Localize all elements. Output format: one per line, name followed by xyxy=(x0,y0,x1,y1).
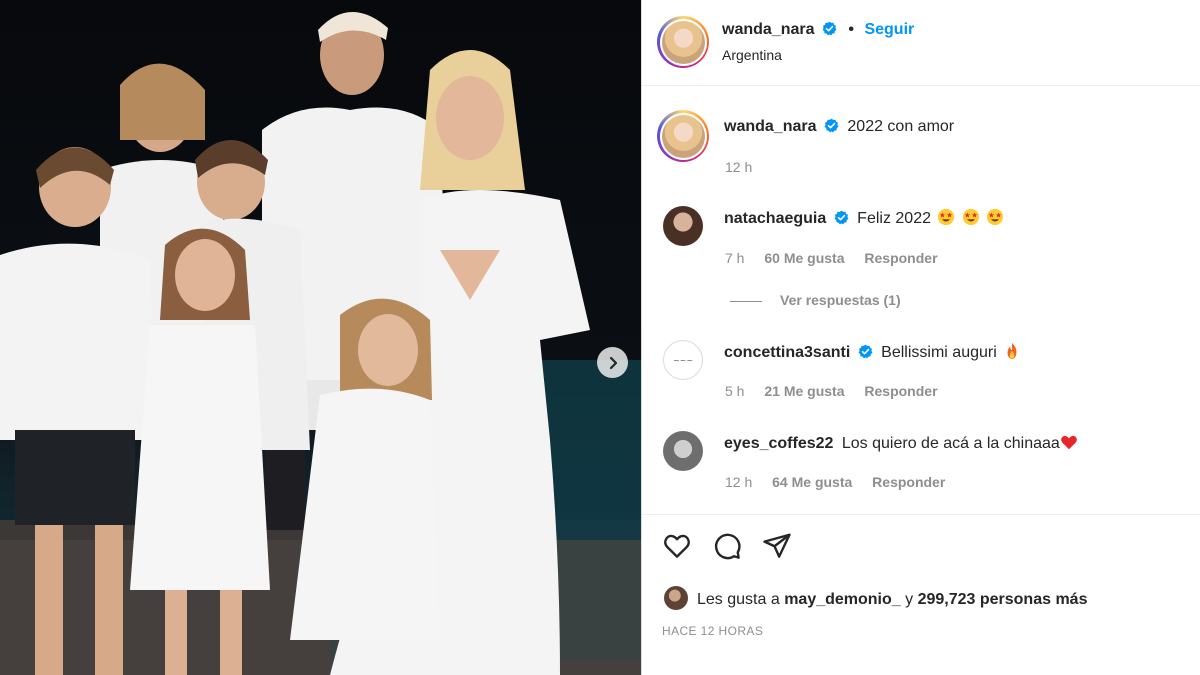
caption-username[interactable]: wanda_nara xyxy=(724,118,816,135)
chevron-right-icon xyxy=(609,356,617,369)
comment-time[interactable]: 5 h xyxy=(725,383,744,399)
author-avatar[interactable] xyxy=(657,16,709,68)
verified-badge-icon xyxy=(858,344,873,359)
post-timestamp[interactable]: HACE 12 HORAS xyxy=(662,624,763,638)
separator-dot: • xyxy=(848,21,854,38)
reply-button[interactable]: Responder xyxy=(864,383,937,399)
comment-time[interactable]: 12 h xyxy=(725,474,752,490)
next-photo-button[interactable] xyxy=(597,347,628,378)
commenter-username[interactable]: eyes_coffes22 xyxy=(724,435,833,452)
caption-time[interactable]: 12 h xyxy=(725,159,752,175)
comment-time[interactable]: 7 h xyxy=(725,250,744,266)
likes-count[interactable]: 299,723 personas más xyxy=(918,591,1088,608)
comment-text: Feliz 2022 xyxy=(857,210,931,227)
comment-likes[interactable]: 64 Me gusta xyxy=(772,474,852,490)
commenter-avatar[interactable]: ~~~ xyxy=(663,340,703,380)
share-icon xyxy=(763,533,791,558)
star-struck-emoji-icon xyxy=(962,208,980,226)
comment-likes[interactable]: 60 Me gusta xyxy=(764,250,844,266)
commenter-username[interactable]: natachaeguia xyxy=(724,210,826,227)
comment-likes[interactable]: 21 Me gusta xyxy=(764,383,844,399)
verified-badge-icon xyxy=(824,118,839,133)
verified-badge-icon xyxy=(834,210,849,225)
replies-line xyxy=(730,300,762,302)
commenter-username[interactable]: concettina3santi xyxy=(724,344,850,361)
post-photo[interactable] xyxy=(0,0,641,675)
star-struck-emoji-icon xyxy=(938,208,955,226)
liker-avatar[interactable] xyxy=(664,586,688,610)
heart-icon xyxy=(664,534,690,558)
comment-text: Los quiero de acá a la chinaaa xyxy=(841,435,1060,452)
verified-badge-icon xyxy=(822,21,837,36)
author-username[interactable]: wanda_nara xyxy=(722,21,814,38)
commenter-avatar[interactable] xyxy=(663,431,703,471)
post-location[interactable]: Argentina xyxy=(722,47,782,63)
reply-button[interactable]: Responder xyxy=(872,474,945,490)
comment-icon xyxy=(714,533,741,560)
post-header: wanda_nara • Seguir Argentina xyxy=(642,0,1200,86)
likes-prefix: Les gusta a xyxy=(697,591,780,608)
share-button[interactable] xyxy=(762,531,792,561)
likes-connector: y xyxy=(905,591,914,608)
view-replies-button[interactable]: Ver respuestas (1) xyxy=(730,292,901,308)
actions-divider xyxy=(642,514,1200,515)
star-struck-emoji-icon xyxy=(987,208,1004,226)
caption-author-avatar[interactable] xyxy=(657,110,709,162)
avatar-logo: ~~~ xyxy=(672,355,694,365)
follow-button[interactable]: Seguir xyxy=(864,21,914,38)
like-button[interactable] xyxy=(662,531,692,561)
post-side-panel: wanda_nara • Seguir Argentina wanda_nara… xyxy=(642,0,1200,675)
commenter-avatar[interactable] xyxy=(663,206,703,246)
red-heart-emoji-icon xyxy=(1060,435,1077,450)
comment-button[interactable] xyxy=(712,531,742,561)
reply-button[interactable]: Responder xyxy=(864,250,937,266)
caption-text: 2022 con amor xyxy=(847,118,955,135)
fire-emoji-icon xyxy=(1007,342,1017,360)
family-photo-illustration xyxy=(0,11,641,675)
view-replies-label: Ver respuestas (1) xyxy=(780,292,901,308)
likes-summary: Les gusta a may_demonio_ y 299,723 perso… xyxy=(664,586,1087,610)
liker-username[interactable]: may_demonio_ xyxy=(784,591,900,608)
comment-text: Bellissimi auguri xyxy=(881,344,997,361)
